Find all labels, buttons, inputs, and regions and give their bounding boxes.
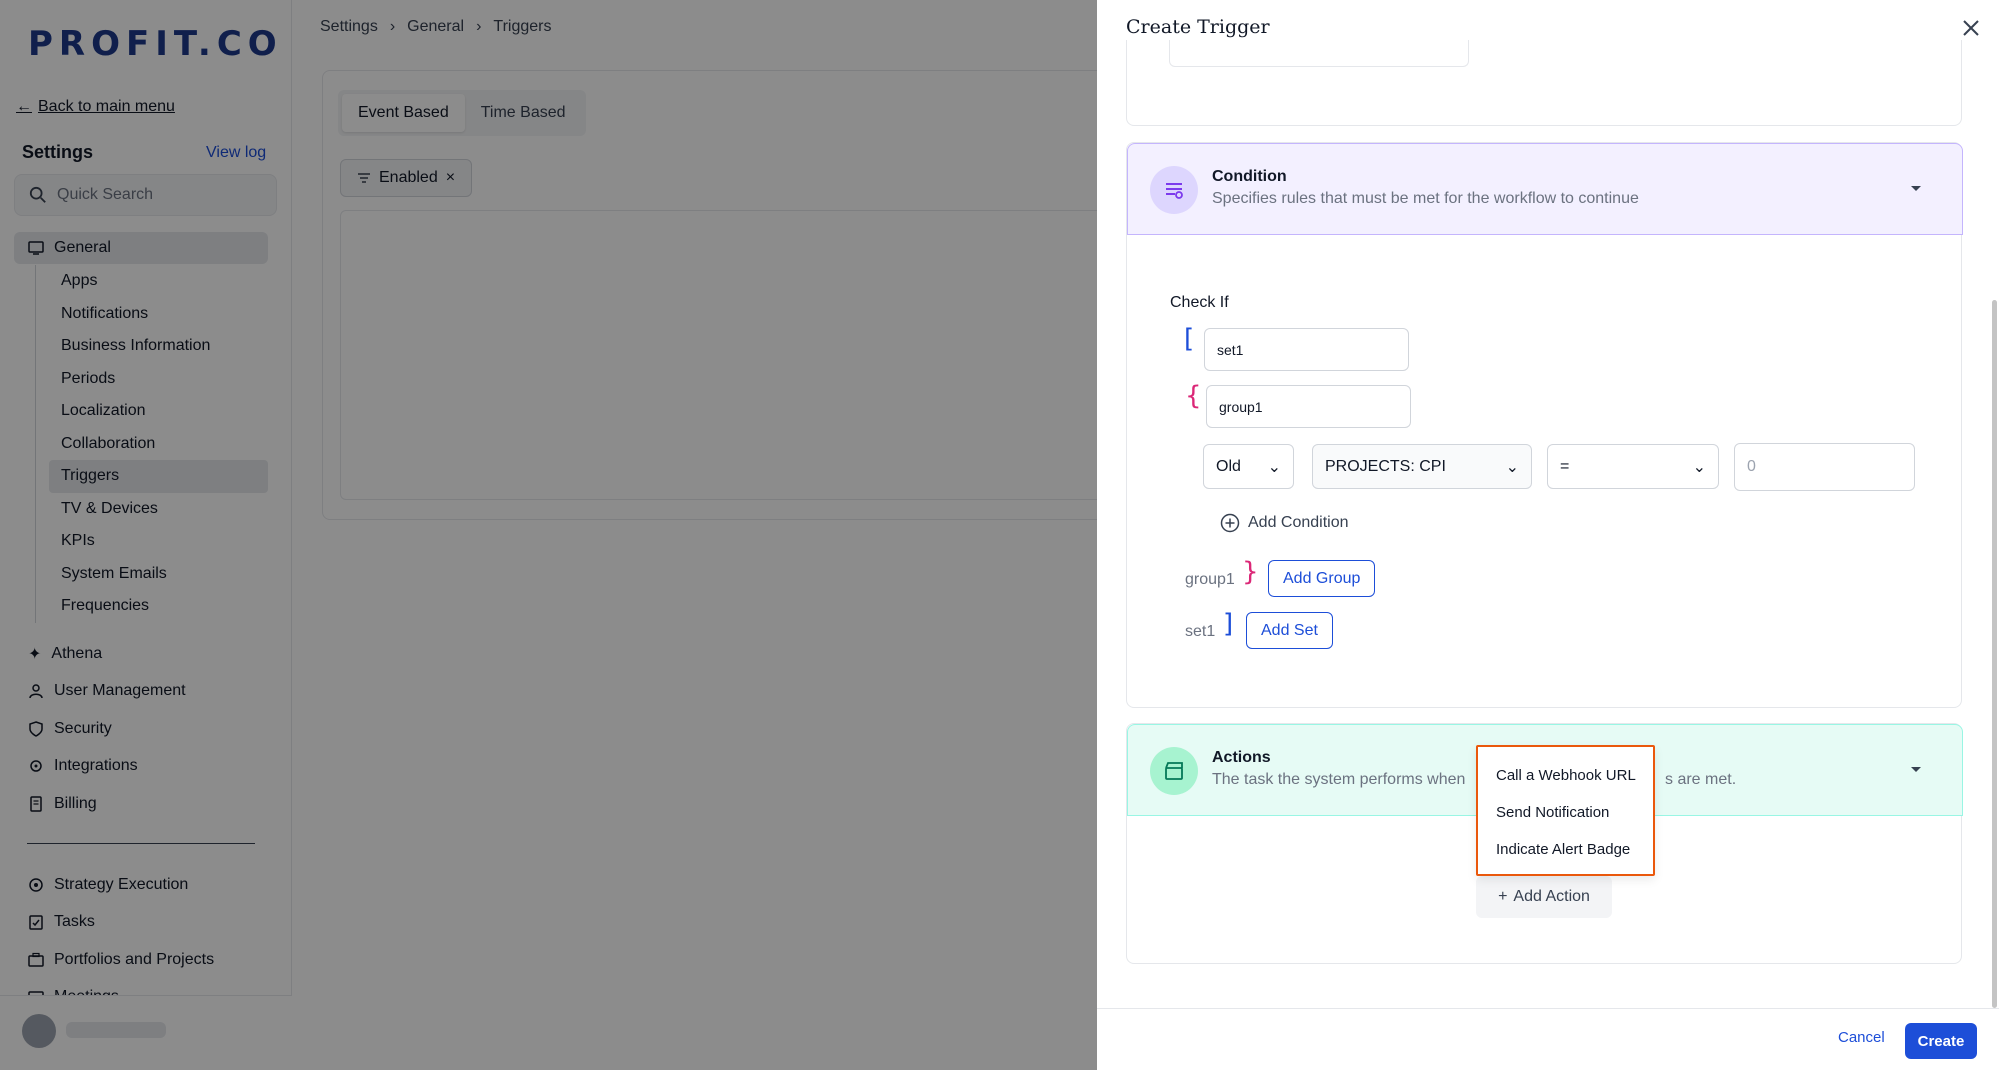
actions-description-end: s are met. xyxy=(1665,771,1737,788)
modal-backdrop[interactable] xyxy=(0,0,1097,1070)
actions-title: Actions xyxy=(1212,749,1271,766)
add-condition-button[interactable]: Add Condition xyxy=(1220,513,1349,533)
condition-icon xyxy=(1150,166,1198,214)
drawer-title: Create Trigger xyxy=(1126,16,1270,38)
chevron-down-icon[interactable] xyxy=(1908,761,1924,777)
drawer-footer: Cancel Create xyxy=(1097,1008,1999,1070)
menu-item-send-notification[interactable]: Send Notification xyxy=(1478,794,1653,831)
add-action-label: Add Action xyxy=(1513,888,1590,905)
add-group-button[interactable]: Add Group xyxy=(1268,560,1376,597)
group-name-input[interactable]: group1 xyxy=(1206,385,1411,428)
operator-select[interactable]: = ⌄ xyxy=(1547,444,1719,489)
condition-card: Condition Specifies rules that must be m… xyxy=(1126,142,1963,708)
state-select[interactable]: Old ⌄ xyxy=(1203,444,1294,489)
condition-header[interactable]: Condition Specifies rules that must be m… xyxy=(1127,143,1963,235)
trigger-event-card xyxy=(1126,40,1962,126)
group-close-label: group1 xyxy=(1185,571,1235,588)
field-select[interactable]: PROJECTS: CPI ⌄ xyxy=(1312,444,1532,489)
chevron-down-icon[interactable] xyxy=(1908,180,1924,196)
check-if-label: Check If xyxy=(1170,294,1229,311)
chevron-down-icon: ⌄ xyxy=(1267,458,1281,476)
group-close-brace: } xyxy=(1242,557,1259,587)
chevron-down-icon: ⌄ xyxy=(1505,458,1519,476)
condition-description: Specifies rules that must be met for the… xyxy=(1212,190,1639,207)
plus-icon: + xyxy=(1498,888,1508,905)
clapperboard-icon xyxy=(1150,747,1198,795)
chevron-down-icon: ⌄ xyxy=(1692,458,1706,476)
add-action-button[interactable]: + Add Action xyxy=(1476,876,1612,918)
scrollbar[interactable] xyxy=(1992,300,1997,1008)
field-select-value: PROJECTS: CPI xyxy=(1325,457,1446,475)
group-open-brace: { xyxy=(1185,381,1202,411)
set-name-input[interactable]: set1 xyxy=(1204,328,1409,371)
add-condition-label: Add Condition xyxy=(1248,514,1349,531)
event-field[interactable] xyxy=(1169,40,1469,67)
cancel-button[interactable]: Cancel xyxy=(1838,1029,1885,1046)
set-close-label: set1 xyxy=(1185,623,1216,640)
add-set-button[interactable]: Add Set xyxy=(1246,612,1333,649)
set-open-bracket: [ xyxy=(1184,324,1195,354)
condition-title: Condition xyxy=(1212,168,1287,185)
plus-circle-icon xyxy=(1220,513,1240,533)
operator-select-value: = xyxy=(1560,457,1570,475)
close-icon[interactable] xyxy=(1959,16,1983,40)
create-button[interactable]: Create xyxy=(1905,1023,1977,1059)
add-action-dropdown: Call a Webhook URL Send Notification Ind… xyxy=(1476,745,1655,876)
set-close-bracket: ] xyxy=(1223,609,1234,639)
condition-value-input[interactable]: 0 xyxy=(1734,443,1915,491)
actions-description-start: The task the system performs when xyxy=(1212,771,1466,788)
menu-item-call-webhook[interactable]: Call a Webhook URL xyxy=(1478,757,1653,794)
menu-item-indicate-alert-badge[interactable]: Indicate Alert Badge xyxy=(1478,831,1653,868)
state-select-value: Old xyxy=(1216,457,1241,475)
